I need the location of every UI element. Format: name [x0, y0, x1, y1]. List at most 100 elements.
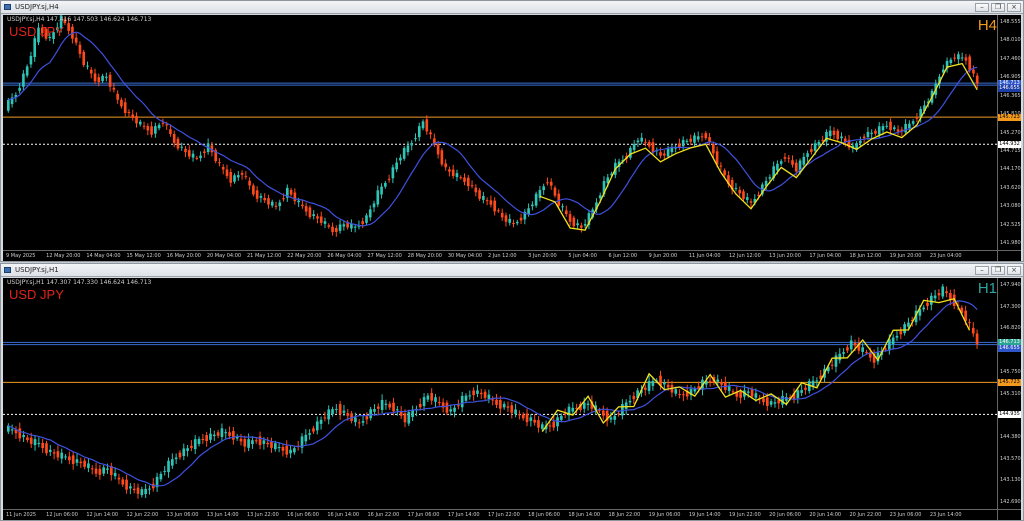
candle-body: [727, 386, 731, 392]
candle-body: [319, 419, 323, 424]
candle-body: [25, 66, 29, 76]
candle-body: [396, 409, 399, 411]
candle-body: [399, 411, 403, 416]
candle-body: [495, 399, 498, 405]
price-level-badge: 145.723: [998, 114, 1021, 122]
h1-symbol-label: USD JPY: [9, 287, 64, 302]
h4-window-titlebar[interactable]: USDJPY.sj,H4 – ❐ ×: [1, 1, 1023, 14]
candle-body: [580, 225, 583, 228]
candle-body: [719, 165, 723, 167]
candle-body: [444, 163, 447, 168]
candle-body: [697, 386, 700, 389]
candle-body: [395, 162, 398, 170]
candle-body: [399, 157, 402, 161]
candle-body: [941, 286, 945, 297]
candle-body: [391, 167, 395, 179]
candle-body: [470, 185, 474, 187]
candle-body: [376, 190, 380, 205]
candle-body: [632, 144, 636, 150]
candle-body: [895, 335, 899, 338]
minimize-button[interactable]: –: [975, 266, 989, 275]
candle-body: [229, 172, 233, 183]
candle-body: [629, 147, 632, 158]
time-tick-label: 9 May 2025: [6, 253, 36, 259]
candle-body: [289, 449, 292, 454]
candle-body: [666, 147, 670, 157]
h1-price-axis[interactable]: 147.940147.300146.820146.190145.750145.3…: [997, 278, 1021, 520]
candle-body: [186, 448, 189, 451]
candle-body: [448, 169, 451, 172]
candle-body: [10, 429, 14, 431]
close-button[interactable]: ×: [1007, 3, 1021, 12]
price-tick-label: 143.620: [1000, 184, 1021, 191]
candle-body: [723, 170, 726, 176]
candle-body: [199, 155, 202, 159]
candle-body: [783, 157, 787, 159]
candle-body: [221, 166, 225, 170]
moving-average-line: [8, 300, 978, 487]
candle-body: [193, 439, 197, 450]
candle-body: [802, 156, 806, 165]
candle-body: [773, 402, 777, 404]
candle-body: [79, 461, 83, 464]
close-button[interactable]: ×: [1007, 266, 1021, 275]
candle-body: [218, 162, 221, 164]
candle-body: [254, 440, 258, 442]
candle-body: [150, 126, 153, 135]
candle-body: [527, 208, 530, 214]
candle-body: [564, 210, 568, 215]
candle-body: [301, 204, 304, 207]
candle-body: [776, 163, 779, 171]
candle-body: [720, 382, 723, 385]
candle-body: [531, 204, 534, 207]
candle-body: [540, 424, 544, 429]
candle-body: [414, 138, 417, 140]
candle-body: [22, 434, 25, 438]
candle-body: [127, 111, 131, 113]
candle-body: [534, 193, 538, 206]
candle-body: [418, 404, 422, 408]
time-tick-label: 26 May 04:00: [327, 253, 362, 259]
h4-chart-window[interactable]: USDJPY.sj,H4 – ❐ × USDJPY.sj,H4 147.416 …: [0, 0, 1024, 262]
candle-body: [338, 224, 342, 231]
candle-body: [647, 142, 651, 147]
candle-body: [29, 55, 33, 65]
candle-body: [628, 400, 632, 403]
price-tick-label: 142.525: [1000, 221, 1021, 228]
candle-body: [537, 420, 540, 428]
h1-chart-window[interactable]: USDJPY.sj,H1 – ❐ × USDJPY.sj,H1 147.307 …: [0, 263, 1024, 521]
time-tick-label: 20 Jun 14:00: [809, 512, 842, 518]
candle-body: [176, 138, 180, 149]
candle-body: [899, 331, 903, 335]
restore-button[interactable]: ❐: [991, 3, 1005, 12]
candle-body: [266, 442, 270, 445]
h4-time-axis[interactable]: 9 May 2025 12 May 20:00 14 May 04:00 15 May…: [3, 250, 1021, 261]
candle-body: [255, 190, 259, 199]
time-tick-label: 18 Jun 12:00: [849, 253, 882, 259]
candle-body: [270, 441, 273, 448]
candle-body: [368, 209, 372, 218]
time-tick-label: 2 Jun 12:00: [488, 253, 517, 259]
candle-body: [209, 433, 212, 440]
candle-body: [836, 130, 840, 140]
h4-price-axis[interactable]: 148.555148.010147.460146.905146.365145.8…: [997, 15, 1021, 261]
candle-body: [93, 73, 97, 82]
candle-body: [745, 197, 749, 200]
restore-button[interactable]: ❐: [991, 266, 1005, 275]
candle-body: [810, 149, 813, 152]
h1-window-titlebar[interactable]: USDJPY.sj,H1 – ❐ ×: [1, 264, 1023, 277]
candle-body: [908, 123, 911, 129]
h1-price-chart[interactable]: USDJPY.sj,H1 147.307 147.330 146.624 146…: [3, 278, 1021, 520]
candle-body: [384, 182, 387, 187]
candle-body: [463, 177, 466, 182]
time-tick-label: 16 Jun 06:00: [287, 512, 319, 518]
candle-body: [365, 215, 368, 223]
time-tick-label: 13 Jun 22:00: [247, 512, 279, 518]
h1-time-axis[interactable]: 11 Jun 2025 12 Jun 06:00 12 Jun 14:00 12 Ju…: [3, 509, 1021, 520]
candle-body: [678, 394, 681, 396]
candle-body: [451, 169, 455, 177]
h4-price-chart[interactable]: USDJPY.sj,H4 147.416 147.503 146.624 146…: [3, 15, 1021, 261]
candle-body: [205, 435, 208, 442]
minimize-button[interactable]: –: [975, 3, 989, 12]
candle-body: [644, 141, 647, 143]
